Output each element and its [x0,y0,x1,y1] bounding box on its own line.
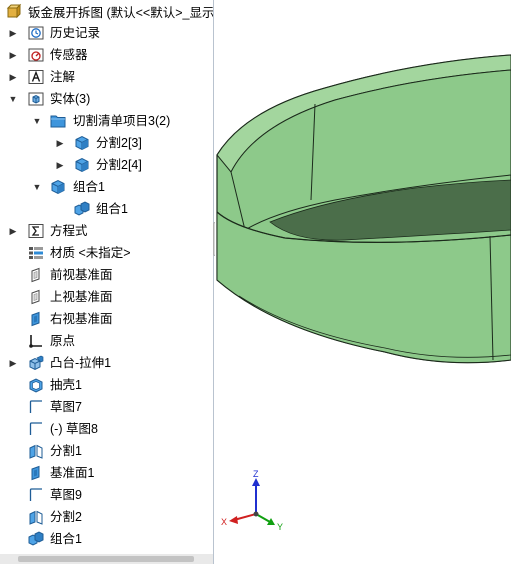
tree-item-label: 组合1 [50,532,82,546]
tree-item-label: 原点 [50,334,76,348]
split-icon [29,444,43,459]
tree-item-sketch9[interactable]: 草图9 [0,484,213,506]
tree-root-part[interactable]: 钣金展开拆图 (默认<<默认>_显示状态 1>) [0,0,214,22]
tree-item-label: 组合1 [96,202,128,216]
combine-body-icon [74,201,90,216]
tree-item-label: 前视基准面 [50,268,113,282]
extrude-icon [29,355,44,371]
tree-item-top-plane[interactable]: 上视基准面 [0,286,213,308]
solid-body-icon [75,157,89,173]
horizontal-scrollbar[interactable] [0,554,213,564]
tree-item-history[interactable]: ▶ 历史记录 [0,22,213,44]
tree-item-sketch7[interactable]: 草图7 [0,396,213,418]
tree-item-label: 实体(3) [50,92,91,106]
tree-item-sketch8[interactable]: (-) 草图8 [0,418,213,440]
shell-icon [29,378,43,393]
part-icon [6,3,22,19]
tree-item-material[interactable]: 材质 <未指定> [0,242,213,264]
combine-icon [28,531,44,546]
tree-item-label: (-) 草图8 [50,422,98,436]
equations-icon [28,224,44,238]
collapse-arrow-icon[interactable]: ▼ [32,116,42,126]
tree-item-label: 分割2[3] [96,136,142,150]
expand-arrow-icon[interactable]: ▶ [8,72,18,82]
sketch-icon [29,400,42,413]
tree-item-label: 分割1 [50,444,82,458]
solid-bodies-folder-icon [28,92,44,106]
history-icon [28,26,44,40]
sketch-icon [29,488,42,501]
scrollbar-thumb[interactable] [18,556,194,562]
tree-item-label: 注解 [50,70,76,84]
tree-item-label: 传感器 [50,48,88,62]
tree-item-combine-feature[interactable]: 组合1 [0,198,213,220]
tree-item-label: 上视基准面 [50,290,113,304]
tree-item-cut-list[interactable]: ▼ 切割清单项目3(2) [0,110,213,132]
expand-arrow-icon[interactable]: ▶ [55,160,65,170]
tree-item-split2[interactable]: 分割2 [0,506,213,528]
expand-arrow-icon[interactable]: ▶ [8,358,18,368]
cut-list-folder-icon [50,115,66,128]
tree-item-annotations[interactable]: ▶ 注解 [0,66,213,88]
material-icon [29,247,43,259]
tree-item-label: 分割2[4] [96,158,142,172]
annotation-icon [28,70,44,84]
tree-item-sensors[interactable]: ▶ 传感器 [0,44,213,66]
tree-item-label: 方程式 [50,224,88,238]
tree-item-label: 历史记录 [50,26,101,40]
plane-icon [31,289,40,305]
tree-item-label: 右视基准面 [50,312,113,326]
expand-arrow-icon[interactable]: ▶ [8,28,18,38]
tree-item-front-plane[interactable]: 前视基准面 [0,264,213,286]
solid-body-icon [51,179,65,195]
plane-icon [31,311,40,327]
tree-item-split1[interactable]: 分割1 [0,440,213,462]
tree-item-combine1[interactable]: 组合1 [0,528,213,550]
axis-y-label: Y [277,522,283,532]
split-icon [29,510,43,525]
tree-item-label: 抽壳1 [50,378,82,392]
expand-arrow-icon[interactable]: ▶ [55,138,65,148]
part-name: 钣金展开拆图 (默认<<默认>_显示状态 1>) [28,5,214,20]
tree-item-label: 草图9 [50,488,82,502]
plane-icon [31,267,40,283]
tree-item-plane1[interactable]: 基准面1 [0,462,213,484]
tree-item-label: 基准面1 [50,466,95,480]
tree-item-body[interactable]: ▶ 分割2[3] [0,132,213,154]
sensor-icon [28,48,44,62]
tree-item-equations[interactable]: ▶ 方程式 [0,220,213,242]
tree-item-shell[interactable]: 抽壳1 [0,374,213,396]
tree-item-label: 切割清单项目3(2) [73,114,171,128]
graphics-viewport[interactable]: Z X Y [215,0,511,564]
tree-item-boss-extrude[interactable]: ▶ 凸台-拉伸1 [0,352,213,374]
tree-item-label: 组合1 [73,180,105,194]
origin-icon [29,335,42,348]
tree-item-body-combine[interactable]: ▼ 组合1 [0,176,213,198]
collapse-arrow-icon[interactable]: ▼ [8,94,18,104]
tree-item-label: 凸台-拉伸1 [50,356,112,370]
plane-icon [31,465,40,481]
tree-item-label: 材质 <未指定> [50,246,131,260]
axis-x-label: X [221,517,227,527]
expand-arrow-icon[interactable]: ▶ [8,226,18,236]
tree-item-origin[interactable]: 原点 [0,330,213,352]
view-axis-triad: Z X Y [221,470,283,532]
tree-item-label: 草图7 [50,400,82,414]
axis-z-label: Z [253,470,259,479]
feature-manager-tree: 钣金展开拆图 (默认<<默认>_显示状态 1>) ▶ 历史记录 ▶ 传感器 ▶ … [0,0,214,564]
solid-body-icon [75,135,89,151]
tree-item-right-plane[interactable]: 右视基准面 [0,308,213,330]
expand-arrow-icon[interactable]: ▶ [8,50,18,60]
collapse-arrow-icon[interactable]: ▼ [32,182,42,192]
tree-item-label: 分割2 [50,510,82,524]
sketch-icon [29,422,42,435]
tree-item-solid-bodies[interactable]: ▼ 实体(3) [0,88,213,110]
tree-item-body[interactable]: ▶ 分割2[4] [0,154,213,176]
